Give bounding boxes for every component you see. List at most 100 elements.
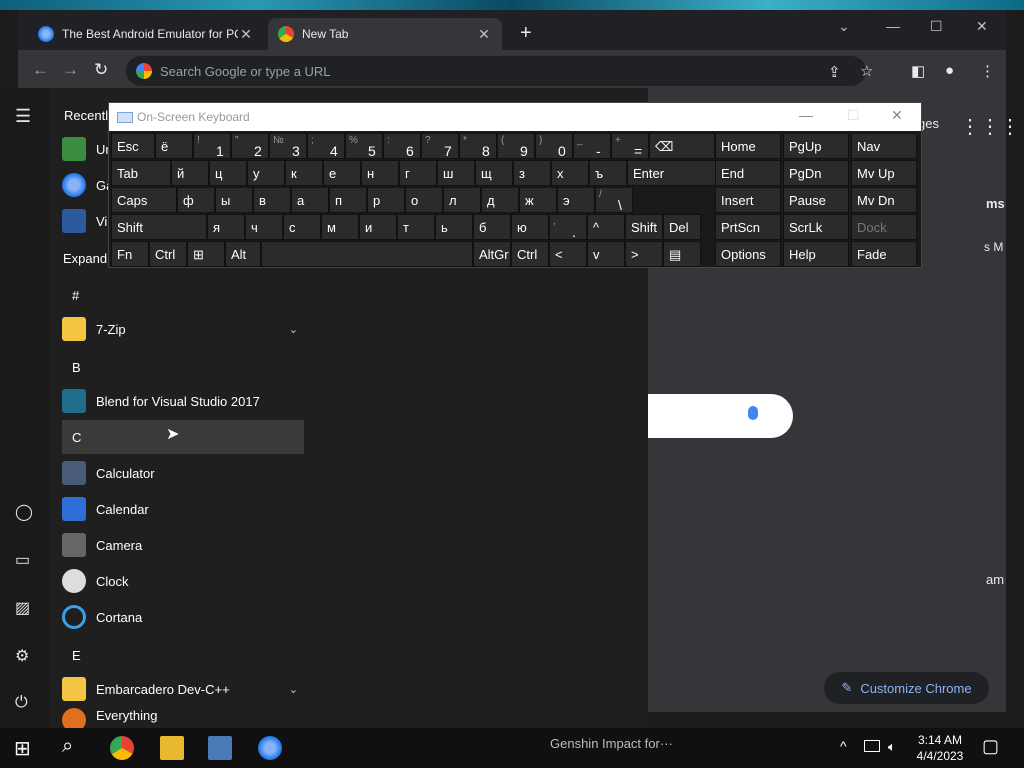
clock[interactable]: 3:14 AM 4/4/2023 — [914, 732, 966, 764]
tab-new-tab[interactable]: New Tab ✕ — [268, 18, 502, 50]
osk-nav-key[interactable]: Home — [715, 133, 781, 159]
osk-key[interactable]: й — [171, 160, 209, 186]
maximize-button[interactable]: ☐ — [847, 107, 860, 124]
forward-button[interactable]: → — [62, 60, 79, 80]
network-icon[interactable] — [864, 740, 880, 752]
osk-nav-key[interactable]: End — [715, 160, 781, 186]
osk-key[interactable]: м — [321, 214, 359, 240]
osk-key[interactable]: с — [283, 214, 321, 240]
osk-key[interactable]: н — [361, 160, 399, 186]
osk-key[interactable]: з — [513, 160, 551, 186]
google-search-box[interactable] — [638, 394, 793, 438]
app-calculator[interactable]: Calculator — [62, 456, 304, 490]
osk-key[interactable]: ч — [245, 214, 283, 240]
power-icon[interactable]: ⏻ — [15, 694, 28, 712]
osk-key[interactable]: * 8 — [459, 133, 497, 159]
reload-button[interactable]: ↻ — [94, 60, 108, 80]
app-everything[interactable]: Everything — [62, 708, 304, 728]
osk-nav-key[interactable]: PrtScn — [715, 214, 781, 240]
osk-key[interactable]: Enter — [627, 160, 721, 186]
osk-nav-key[interactable]: Mv Dn — [851, 187, 917, 213]
chevron-down-icon[interactable]: ⌄ — [289, 683, 298, 696]
osk-key[interactable]: ю — [511, 214, 549, 240]
start-button[interactable]: ⊞ — [14, 736, 38, 760]
osk-key[interactable]: :6 — [383, 133, 421, 159]
osk-key[interactable]: ш — [437, 160, 475, 186]
osk-key[interactable]: щ — [475, 160, 513, 186]
microphone-icon[interactable] — [748, 406, 758, 420]
osk-nav-key[interactable]: PgDn — [783, 160, 849, 186]
osk-key[interactable]: (9 — [497, 133, 535, 159]
osk-key[interactable]: ,. — [549, 214, 587, 240]
osk-key[interactable]: я — [207, 214, 245, 240]
address-bar[interactable]: Search Google or type a URL ⇪ ☆ — [126, 56, 873, 86]
back-button[interactable]: ← — [32, 60, 49, 80]
osk-key[interactable]: п — [329, 187, 367, 213]
osk-key[interactable]: ы — [215, 187, 253, 213]
osk-key[interactable]: № 3 — [269, 133, 307, 159]
osk-key[interactable]: и — [359, 214, 397, 240]
app-camera[interactable]: Camera — [62, 528, 304, 562]
search-icon[interactable]: ⌕ — [62, 735, 86, 759]
osk-nav-key[interactable]: Help — [783, 241, 849, 267]
osk-key[interactable]: % 5 — [345, 133, 383, 159]
osk-key[interactable]: э — [557, 187, 595, 213]
osk-key[interactable]: т — [397, 214, 435, 240]
osk-key[interactable]: ; 4 — [307, 133, 345, 159]
osk-key[interactable]: х — [551, 160, 589, 186]
osk-key[interactable]: + = — [611, 133, 649, 159]
menu-icon[interactable]: ⋮ — [980, 62, 995, 80]
app-embarcadero[interactable]: Embarcadero Dev-C++ ⌄ — [62, 672, 304, 706]
osk-key[interactable]: ) 0 — [535, 133, 573, 159]
osk-key[interactable]: р — [367, 187, 405, 213]
settings-icon[interactable]: ⚙ — [15, 646, 29, 666]
search-tabs-icon[interactable]: ⌄ — [838, 18, 850, 35]
pictures-icon[interactable]: ▨ — [15, 598, 30, 618]
osk-key[interactable]: ? 7 — [421, 133, 459, 159]
osk-nav-key[interactable]: Pause — [783, 187, 849, 213]
section-header-c[interactable]: C ➤ — [62, 420, 304, 454]
app-7zip[interactable]: 7-Zip ⌄ — [62, 312, 304, 346]
osk-key[interactable]: ! 1 — [193, 133, 231, 159]
app-blend[interactable]: Blend for Visual Studio 2017 — [62, 384, 304, 418]
chevron-down-icon[interactable]: ⌄ — [289, 323, 298, 336]
osk-key[interactable]: ъ — [589, 160, 627, 186]
osk-nav-key[interactable]: Options — [715, 241, 781, 267]
osk-key[interactable]: Del — [663, 214, 701, 240]
osk-nav-key[interactable]: Nav — [851, 133, 917, 159]
section-header-hash[interactable]: # — [72, 288, 79, 303]
osk-key[interactable] — [261, 241, 473, 267]
share-icon[interactable]: ⇪ — [828, 63, 841, 81]
app-cortana[interactable]: Cortana — [62, 600, 304, 634]
osk-key[interactable]: Fn — [111, 241, 149, 267]
osk-key[interactable]: Alt — [225, 241, 261, 267]
close-tab-icon[interactable]: ✕ — [238, 26, 254, 43]
osk-key[interactable]: Ctrl — [511, 241, 549, 267]
osk-key[interactable]: ⊞ — [187, 241, 225, 267]
file-explorer-icon[interactable] — [160, 736, 184, 760]
close-window-button[interactable]: ✕ — [976, 18, 988, 35]
minimize-button[interactable]: — — [886, 18, 900, 34]
app-calendar[interactable]: Calendar — [62, 492, 304, 526]
close-tab-icon[interactable]: ✕ — [476, 26, 492, 43]
osk-key[interactable]: ж — [519, 187, 557, 213]
volume-icon[interactable]: 🔈︎ — [888, 739, 896, 755]
osk-key[interactable]: л — [443, 187, 481, 213]
osk-key[interactable]: ⌫ — [649, 133, 715, 159]
osk-key[interactable]: Ctrl — [149, 241, 187, 267]
osk-key[interactable]: к — [285, 160, 323, 186]
osk-key[interactable]: AltGr — [473, 241, 511, 267]
app-clock[interactable]: Clock — [62, 564, 304, 598]
google-apps-icon[interactable]: ⋮⋮⋮ — [960, 114, 1020, 139]
osk-nav-key[interactable]: Fade — [851, 241, 917, 267]
osk-key[interactable]: > — [625, 241, 663, 267]
osk-key[interactable]: Shift — [111, 214, 207, 240]
osk-key[interactable]: б — [473, 214, 511, 240]
osk-key[interactable]: о — [405, 187, 443, 213]
osk-key[interactable]: Caps — [111, 187, 177, 213]
notifications-icon[interactable]: ▢ — [982, 736, 999, 757]
remote-desktop-icon[interactable] — [208, 736, 232, 760]
osk-nav-key[interactable]: Mv Up — [851, 160, 917, 186]
osk-key[interactable]: < — [549, 241, 587, 267]
osk-key[interactable]: ^ — [587, 214, 625, 240]
